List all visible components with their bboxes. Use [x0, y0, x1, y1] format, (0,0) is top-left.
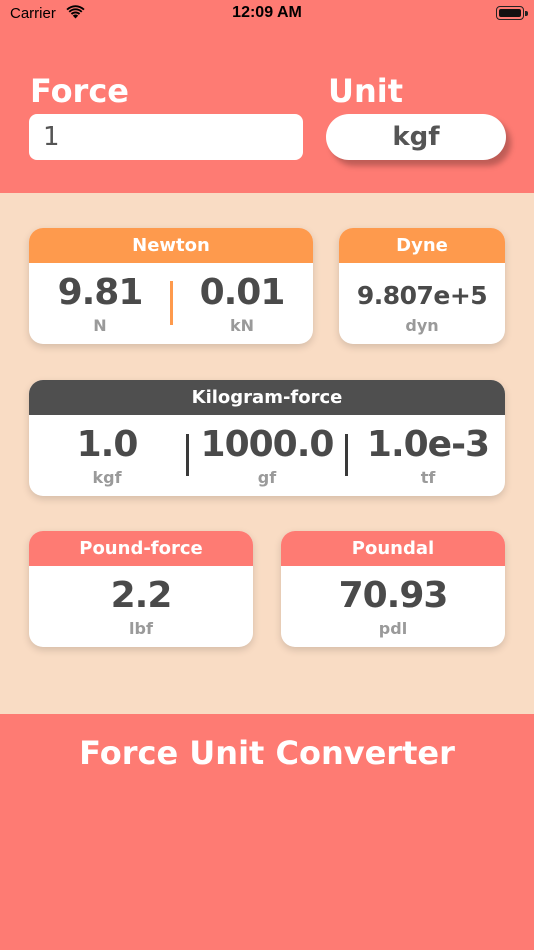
status-bar: Carrier 12:09 AM [0, 0, 534, 28]
newton-card-title: Newton [29, 228, 313, 263]
battery-icon [496, 6, 528, 20]
gf-value: 1000.0 [200, 424, 335, 465]
kilogram-force-card: Kilogram-force 1.0 kgf 1000.0 gf 1.0e-3 … [29, 380, 505, 496]
dyne-card: Dyne 9.807e+5 dyn [339, 228, 505, 344]
kilonewton-unit: kN [229, 316, 255, 335]
lbf-unit: lbf [129, 619, 153, 638]
tf-value: 1.0e-3 [366, 424, 490, 465]
poundal-card: Poundal 70.93 pdl [281, 531, 505, 647]
force-label: Force [30, 72, 129, 110]
newton-card: Newton 9.81 N 0.01 kN [29, 228, 313, 344]
lbf-value: 2.2 [110, 575, 173, 616]
kgf-divider-1 [186, 434, 189, 476]
force-input[interactable] [29, 114, 303, 160]
pdl-value: 70.93 [338, 575, 449, 616]
kilonewton-value: 0.01 [199, 272, 286, 313]
unit-select-button[interactable]: kgf [326, 114, 506, 160]
pound-force-card: Pound-force 2.2 lbf [29, 531, 253, 647]
tf-unit: tf [420, 468, 436, 487]
unit-label: Unit [328, 72, 404, 110]
pdl-unit: pdl [378, 619, 408, 638]
newton-value: 9.81 [57, 272, 144, 313]
kgf-value: 1.0 [76, 424, 139, 465]
footer: Force Unit Converter [0, 714, 534, 950]
pound-force-card-title: Pound-force [29, 531, 253, 566]
newton-unit: N [93, 316, 107, 335]
kilogram-force-card-title: Kilogram-force [29, 380, 505, 415]
gf-unit: gf [257, 468, 277, 487]
dyne-unit: dyn [405, 316, 439, 335]
app-title: Force Unit Converter [79, 734, 455, 772]
dyne-value: 9.807e+5 [356, 281, 488, 310]
kgf-divider-2 [345, 434, 348, 476]
kgf-unit: kgf [92, 468, 122, 487]
clock: 12:09 AM [232, 4, 302, 21]
input-header: Force Unit kgf [0, 28, 534, 193]
dyne-card-title: Dyne [339, 228, 505, 263]
poundal-card-title: Poundal [281, 531, 505, 566]
